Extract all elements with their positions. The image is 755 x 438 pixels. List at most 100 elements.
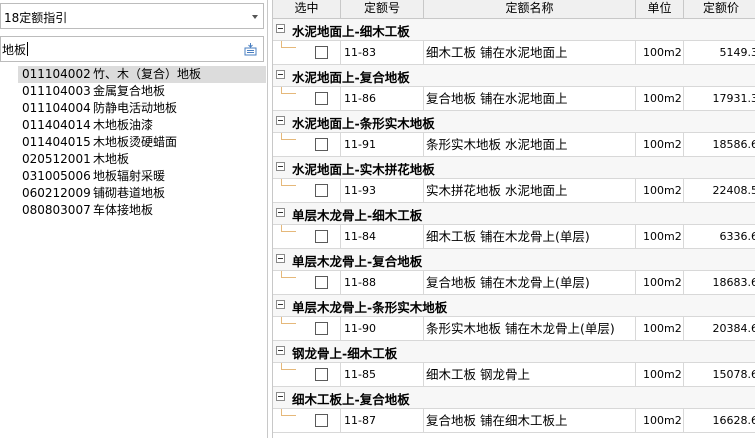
quota-row[interactable]: 11-88 复合地板 铺在木龙骨上(单层) 100m2 18683.6 — [273, 271, 755, 295]
result-item[interactable]: 031005006 地板辐射采暖 — [0, 168, 266, 185]
result-item[interactable]: 080803007 车体接地板 — [0, 202, 266, 219]
result-item[interactable]: 060212009 铺砌巷道地板 — [0, 185, 266, 202]
grid-body: 水泥地面上-细木工板 11-83 细木工板 铺在水泥地面上 100m2 5149.3 水泥… — [273, 19, 755, 433]
quota-price: 18683.6 — [684, 271, 755, 294]
quota-code: 11-86 — [341, 87, 424, 110]
quota-unit: 100m2 — [636, 179, 684, 202]
select-cell — [273, 41, 341, 64]
quota-row[interactable]: 11-87 复合地板 铺在细木工板上 100m2 16628.6 — [273, 409, 755, 433]
quota-price: 6336.6 — [684, 225, 755, 248]
collapse-minus-icon[interactable] — [276, 392, 285, 401]
quota-code: 11-93 — [341, 179, 424, 202]
select-checkbox[interactable] — [315, 322, 328, 335]
quota-code: 11-87 — [341, 409, 424, 432]
result-code: 011104004 — [22, 101, 91, 115]
quota-unit: 100m2 — [636, 225, 684, 248]
group-row[interactable]: 水泥地面上-条形实木地板 — [273, 111, 755, 133]
result-code: 011404014 — [22, 118, 91, 132]
result-code: 011104003 — [22, 84, 91, 98]
search-list-icon[interactable] — [244, 42, 258, 56]
group-row[interactable]: 细木工板上-复合地板 — [273, 387, 755, 409]
header-select[interactable]: 选中 — [273, 0, 341, 18]
group-row[interactable]: 水泥地面上-复合地板 — [273, 65, 755, 87]
header-unit[interactable]: 单位 — [636, 0, 684, 18]
result-name: 车体接地板 — [93, 203, 154, 217]
quota-row[interactable]: 11-84 细木工板 铺在木龙骨上(单层) 100m2 6336.6 — [273, 225, 755, 249]
tree-connector — [281, 409, 296, 416]
result-name: 地板辐射采暖 — [93, 169, 166, 183]
group-row[interactable]: 单层木龙骨上-条形实木地板 — [273, 295, 755, 317]
quota-row[interactable]: 11-85 细木工板 钢龙骨上 100m2 15078.6 — [273, 363, 755, 387]
result-item[interactable]: 011404014 木地板油漆 — [0, 117, 266, 134]
chevron-down-icon[interactable] — [252, 15, 258, 19]
header-price[interactable]: 定额价 — [684, 0, 755, 18]
result-code: 031005006 — [22, 169, 91, 183]
quota-unit: 100m2 — [636, 87, 684, 110]
group-title: 单层木龙骨上-条形实木地板 — [292, 300, 448, 315]
quota-name: 实木拼花地板 水泥地面上 — [424, 179, 636, 202]
quota-row[interactable]: 11-86 复合地板 铺在水泥地面上 100m2 17931.3 — [273, 87, 755, 111]
group-row[interactable]: 水泥地面上-细木工板 — [273, 19, 755, 41]
group-title: 细木工板上-复合地板 — [292, 392, 410, 407]
quota-code: 11-88 — [341, 271, 424, 294]
quota-row[interactable]: 11-91 条形实木地板 水泥地面上 100m2 18586.6 — [273, 133, 755, 157]
guide-dropdown-value: 18定额指引 — [4, 11, 68, 25]
collapse-minus-icon[interactable] — [276, 254, 285, 263]
tree-connector — [281, 87, 296, 94]
result-item[interactable]: 011404015 木地板烫硬蜡面 — [0, 134, 266, 151]
header-code[interactable]: 定额号 — [341, 0, 424, 18]
group-row[interactable]: 钢龙骨上-细木工板 — [273, 341, 755, 363]
select-checkbox[interactable] — [315, 46, 328, 59]
quota-price: 20384.6 — [684, 317, 755, 340]
select-checkbox[interactable] — [315, 230, 328, 243]
collapse-minus-icon[interactable] — [276, 24, 285, 33]
quota-name: 细木工板 铺在水泥地面上 — [424, 41, 636, 64]
group-row[interactable]: 水泥地面上-实木拼花地板 — [273, 157, 755, 179]
result-item[interactable]: 011104004 防静电活动地板 — [0, 100, 266, 117]
text-caret — [27, 42, 28, 56]
result-name: 铺砌巷道地板 — [93, 186, 166, 200]
quota-row[interactable]: 11-83 细木工板 铺在水泥地面上 100m2 5149.3 — [273, 41, 755, 65]
result-name: 木地板烫硬蜡面 — [93, 135, 178, 149]
result-item[interactable]: 020512001 木地板 — [0, 151, 266, 168]
result-name: 防静电活动地板 — [93, 101, 178, 115]
quota-unit: 100m2 — [636, 271, 684, 294]
select-cell — [273, 409, 341, 432]
collapse-minus-icon[interactable] — [276, 208, 285, 217]
quota-row[interactable]: 11-90 条形实木地板 铺在木龙骨上(单层) 100m2 20384.6 — [273, 317, 755, 341]
quota-unit: 100m2 — [636, 133, 684, 156]
collapse-minus-icon[interactable] — [276, 116, 285, 125]
select-checkbox[interactable] — [315, 368, 328, 381]
collapse-minus-icon[interactable] — [276, 70, 285, 79]
search-input[interactable] — [1, 37, 238, 61]
tree-connector — [281, 271, 296, 278]
group-title: 单层木龙骨上-细木工板 — [292, 208, 423, 223]
result-item[interactable]: 011104002 竹、木（复合）地板 — [0, 66, 266, 83]
quota-name: 复合地板 铺在木龙骨上(单层) — [424, 271, 636, 294]
collapse-minus-icon[interactable] — [276, 346, 285, 355]
select-checkbox[interactable] — [315, 276, 328, 289]
quota-name: 条形实木地板 铺在木龙骨上(单层) — [424, 317, 636, 340]
result-item[interactable]: 011104003 金属复合地板 — [0, 83, 266, 100]
collapse-minus-icon[interactable] — [276, 162, 285, 171]
select-checkbox[interactable] — [315, 138, 328, 151]
group-row[interactable]: 单层木龙骨上-细木工板 — [273, 203, 755, 225]
quota-code: 11-83 — [341, 41, 424, 64]
group-title: 水泥地面上-条形实木地板 — [292, 116, 435, 131]
quota-row[interactable]: 11-93 实木拼花地板 水泥地面上 100m2 22408.5 — [273, 179, 755, 203]
collapse-minus-icon[interactable] — [276, 300, 285, 309]
select-checkbox[interactable] — [315, 92, 328, 105]
group-title: 水泥地面上-复合地板 — [292, 70, 410, 85]
group-title: 水泥地面上-实木拼花地板 — [292, 162, 435, 177]
header-name[interactable]: 定额名称 — [424, 0, 636, 18]
result-code: 011104002 — [22, 67, 91, 81]
quota-code: 11-84 — [341, 225, 424, 248]
group-title: 水泥地面上-细木工板 — [292, 24, 410, 39]
group-row[interactable]: 单层木龙骨上-复合地板 — [273, 249, 755, 271]
select-checkbox[interactable] — [315, 184, 328, 197]
quota-price: 22408.5 — [684, 179, 755, 202]
quota-price: 5149.3 — [684, 41, 755, 64]
select-checkbox[interactable] — [315, 414, 328, 427]
guide-dropdown[interactable]: 18定额指引 — [0, 3, 264, 29]
search-box[interactable] — [0, 36, 264, 62]
